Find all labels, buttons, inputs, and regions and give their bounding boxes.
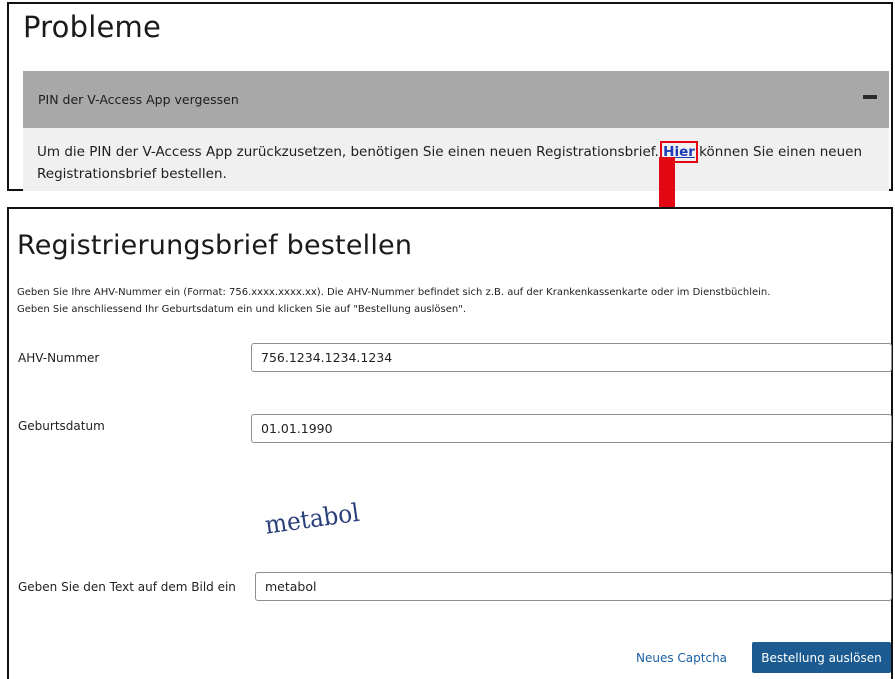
captcha-image: metabol (263, 498, 361, 540)
registration-intro: Geben Sie Ihre AHV-Nummer ein (Format: 7… (17, 284, 877, 318)
intro-line-2: Geben Sie anschliessend Ihr Geburtsdatum… (17, 304, 467, 315)
accordion-title: PIN der V-Access App vergessen (38, 92, 239, 107)
intro-line-1: Geben Sie Ihre AHV-Nummer ein (Format: 7… (17, 287, 771, 298)
registration-heading: Registrierungsbrief bestellen (17, 230, 413, 261)
ahv-input[interactable] (251, 343, 892, 372)
captcha-label: Geben Sie den Text auf dem Bild ein (18, 580, 236, 594)
captcha-image-text: metabol (263, 498, 361, 540)
registration-panel: Registrierungsbrief bestellen Geben Sie … (7, 207, 893, 679)
accordion-header[interactable]: PIN der V-Access App vergessen (23, 71, 889, 128)
captcha-input[interactable] (255, 572, 892, 601)
dob-input[interactable] (251, 414, 892, 443)
minus-icon[interactable] (863, 95, 877, 99)
problems-heading: Probleme (23, 10, 162, 44)
submit-order-button[interactable]: Bestellung auslösen (752, 642, 891, 673)
accordion-text-before: Um die PIN der V-Access App zurückzusetz… (37, 144, 664, 160)
new-captcha-button[interactable]: Neues Captcha (636, 651, 727, 665)
dob-label: Geburtsdatum (18, 419, 105, 433)
problems-panel: Probleme PIN der V-Access App vergessen … (7, 2, 893, 191)
accordion-body: Um die PIN der V-Access App zurückzusetz… (23, 128, 889, 191)
ahv-label: AHV-Nummer (18, 351, 100, 365)
